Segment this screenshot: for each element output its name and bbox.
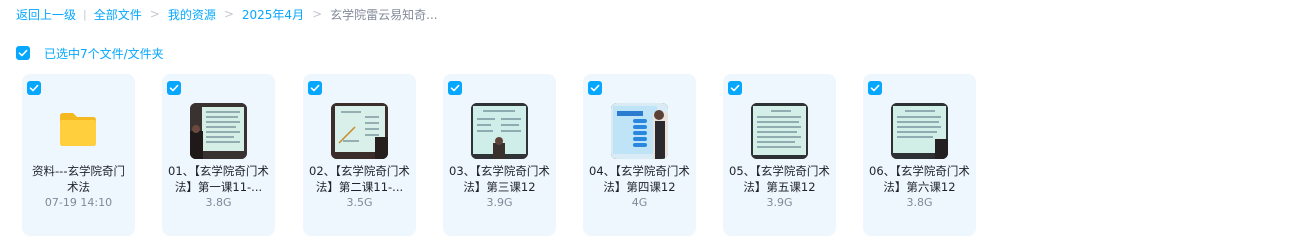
select-all-checkbox[interactable] [16,46,30,60]
check-icon [450,84,460,92]
check-icon [310,84,320,92]
video-thumbnail [751,103,808,159]
chevron-right-icon: > [223,7,234,21]
file-name[interactable]: 04、【玄学院奇门术法】第四课12 [589,163,690,195]
file-checkbox[interactable] [448,81,462,95]
check-icon [590,84,600,92]
file-card-video[interactable]: 06、【玄学院奇门术法】第六课12 3.8G [863,74,976,236]
breadcrumb-all-files[interactable]: 全部文件 [94,6,142,23]
file-checkbox[interactable] [728,81,742,95]
check-icon [169,84,179,92]
file-card-video[interactable]: 05、【玄学院奇门术法】第五课12 3.9G [723,74,836,236]
chevron-right-icon: > [312,7,323,21]
file-checkbox[interactable] [308,81,322,95]
chevron-right-icon: > [149,7,160,21]
file-size: 3.9G [486,196,513,209]
video-thumbnail [611,103,668,159]
folder-icon [60,113,96,146]
file-card-folder[interactable]: 资料---玄学院奇门术法 07-19 14:10 [22,74,135,236]
file-date: 07-19 14:10 [44,196,113,209]
file-name[interactable]: 资料---玄学院奇门术法 [28,163,129,195]
file-size: 3.5G [346,196,373,209]
breadcrumb-divider: | [83,7,87,21]
check-icon [730,84,740,92]
selection-bar: 已选中7个文件/文件夹 [16,45,164,61]
file-name[interactable]: 06、【玄学院奇门术法】第六课12 [869,163,970,195]
check-icon [870,84,880,92]
file-name[interactable]: 05、【玄学院奇门术法】第五课12 [729,163,830,195]
file-size: 3.8G [906,196,933,209]
file-card-video[interactable]: 04、【玄学院奇门术法】第四课12 4G [583,74,696,236]
video-thumbnail [331,103,388,159]
check-icon [18,49,28,57]
file-size: 3.9G [766,196,793,209]
file-checkbox[interactable] [868,81,882,95]
file-checkbox[interactable] [27,81,41,95]
back-link[interactable]: 返回上一级 [16,6,76,23]
video-thumbnail [190,103,247,159]
breadcrumb: 返回上一级 | 全部文件 > 我的资源 > 2025年4月 > 玄学院雷云易知奇… [16,6,438,22]
selection-count-text: 已选中7个文件/文件夹 [44,46,164,61]
breadcrumb-my-resources[interactable]: 我的资源 [168,6,216,23]
file-card-video[interactable]: 03、【玄学院奇门术法】第三课12 3.9G [443,74,556,236]
video-thumbnail [471,103,528,159]
file-name[interactable]: 01、【玄学院奇门术法】第一课11-... [168,163,269,195]
file-size: 4G [631,196,648,209]
video-thumbnail [891,103,948,159]
breadcrumb-2025-april[interactable]: 2025年4月 [242,6,304,23]
file-card-video[interactable]: 02、【玄学院奇门术法】第二课11-... 3.5G [303,74,416,236]
file-name[interactable]: 02、【玄学院奇门术法】第二课11-... [309,163,410,195]
file-size: 3.8G [205,196,232,209]
file-card-video[interactable]: 01、【玄学院奇门术法】第一课11-... 3.8G [162,74,275,236]
file-checkbox[interactable] [167,81,181,95]
check-icon [29,84,39,92]
file-name[interactable]: 03、【玄学院奇门术法】第三课12 [449,163,550,195]
breadcrumb-current-folder: 玄学院雷云易知奇... [330,7,438,22]
file-checkbox[interactable] [588,81,602,95]
